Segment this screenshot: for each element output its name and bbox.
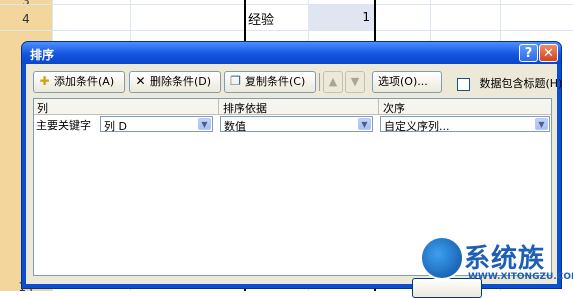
delete-condition-button[interactable]: ✕ 删除条件(D) (129, 71, 221, 93)
sort-condition-row[interactable]: 主要关键字 列 D ▼ 数值 ▼ 自定义序列... ▼ (34, 115, 551, 134)
copy-icon: ❐ (230, 74, 241, 88)
chevron-down-icon[interactable]: ▼ (535, 118, 548, 130)
column-header-column: 列 (37, 102, 48, 115)
column-header-order: 次序 (383, 102, 405, 115)
grid-header: 列 排序依据 次序 (34, 99, 551, 115)
options-label: 选项(O)... (378, 75, 428, 88)
watermark-text: 系统族 (464, 244, 546, 274)
dialog-titlebar[interactable]: 排序 ? ✕ (22, 42, 561, 64)
move-up-button[interactable]: ▲ (323, 71, 343, 93)
header-checkbox-row[interactable]: 数据包含标题(H) (457, 75, 563, 91)
options-button[interactable]: 选项(O)... (372, 71, 442, 93)
header-checkbox-label: 数据包含标题(H) (479, 77, 563, 90)
site-watermark: 系统族 WWW.XITONGZU.COM (420, 232, 573, 290)
primary-key-label: 主要关键字 (36, 119, 91, 132)
chevron-down-icon[interactable]: ▼ (358, 118, 371, 130)
copy-condition-button[interactable]: ❐ 复制条件(C) (224, 71, 316, 93)
sort-on-select[interactable]: 数值 ▼ (220, 116, 373, 133)
sort-on-select-value: 数值 (224, 120, 246, 133)
order-select[interactable]: 自定义序列... ▼ (380, 116, 550, 133)
windows-logo-icon (420, 236, 464, 280)
order-select-value: 自定义序列... (384, 120, 450, 133)
row-number-4: 4 (22, 12, 30, 26)
add-condition-icon: ✚ (39, 74, 50, 88)
watermark-url: WWW.XITONGZU.COM (468, 272, 573, 282)
close-button[interactable]: ✕ (539, 44, 558, 62)
move-down-button[interactable]: ▼ (345, 71, 365, 93)
chevron-down-icon[interactable]: ▼ (198, 118, 211, 130)
column-header-sort-on: 排序依据 (223, 102, 267, 115)
cell-c4[interactable]: 1 (308, 4, 374, 30)
toolbar-separator (319, 73, 320, 91)
column-select[interactable]: 列 D ▼ (100, 116, 213, 133)
header-checkbox[interactable] (457, 77, 470, 91)
delete-condition-label: 删除条件(D) (150, 75, 212, 88)
cell-b4[interactable]: 经验 (246, 4, 308, 30)
help-button[interactable]: ? (519, 44, 538, 62)
add-condition-label: 添加条件(A) (54, 75, 115, 88)
dialog-title: 排序 (30, 48, 55, 62)
add-condition-button[interactable]: ✚ 添加条件(A) (33, 71, 125, 93)
column-select-value: 列 D (104, 120, 127, 133)
copy-condition-label: 复制条件(C) (245, 75, 306, 88)
delete-x-icon: ✕ (135, 74, 146, 88)
